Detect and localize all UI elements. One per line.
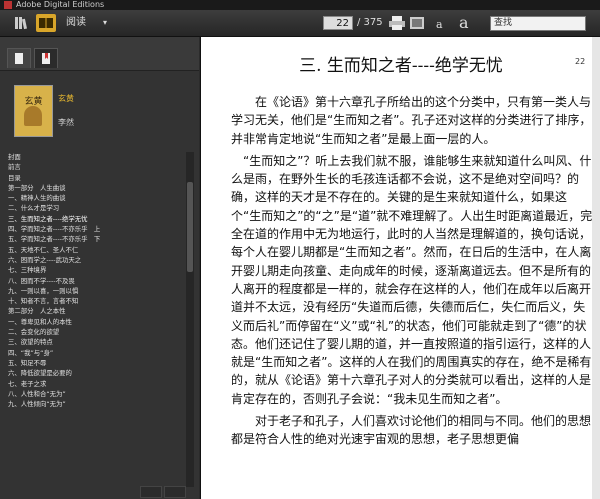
toc-item[interactable]: 第一部分 人生曲谈 — [8, 183, 186, 193]
toc-item[interactable]: 八、困而不学----不及畏 — [8, 276, 186, 286]
toc-item[interactable]: 二、什么才是学习 — [8, 203, 186, 213]
sidebar-scrollbar-thumb[interactable] — [187, 182, 193, 272]
toc-item[interactable]: 三、生而知之者----绝学无忧 — [8, 214, 186, 224]
toc-item[interactable]: 五、天地不仁、圣人不仁 — [8, 245, 186, 255]
sidebar-footer-buttons — [140, 486, 190, 498]
toc-item[interactable]: 一、尊卑见和人的本性 — [8, 317, 186, 327]
toc-item[interactable]: 七、老子之求 — [8, 379, 186, 389]
app-title: Adobe Digital Editions — [16, 0, 105, 9]
print-button[interactable] — [388, 15, 406, 31]
toc-item[interactable]: 前言 — [8, 162, 186, 172]
page-number: 22 — [575, 57, 586, 66]
paragraph: 在《论语》第十六章孔子所给出的这个分类中，只有第一类人与学习无关，他们是“生而知… — [231, 95, 592, 146]
toc-item[interactable]: 六、降低欲望是必要的 — [8, 368, 186, 378]
decrease-font-button[interactable]: a — [436, 18, 443, 31]
chevron-down-icon: ▾ — [103, 18, 108, 27]
sidebar: 玄黄 玄黄 李然 封面 前言 目录 第一部分 人生曲谈 一、精神人生的曲谈 二、什么才是学… — [0, 37, 199, 499]
increase-font-button[interactable]: a — [459, 13, 469, 32]
reading-mode-dropdown[interactable]: 阅读 ▾ — [58, 14, 112, 31]
toc-item[interactable]: 九、人性倾向“无为” — [8, 399, 186, 409]
toc-item[interactable]: 一、精神人生的曲谈 — [8, 193, 186, 203]
sidebar-option-button[interactable] — [164, 486, 186, 498]
toolbar: 阅读 ▾ 22 / 375 a a 查找 — [0, 10, 600, 37]
reading-mode-label: 阅读 — [66, 17, 86, 28]
chapter-heading: 三. 生而知之者----绝学无忧 — [299, 56, 503, 76]
title-bar: Adobe Digital Editions — [0, 0, 600, 10]
bookmark-icon — [42, 53, 50, 64]
toc-item[interactable]: 二、会变化的欲望 — [8, 327, 186, 337]
toc-item[interactable]: 五、知足不辱 — [8, 358, 186, 368]
page-scrollbar[interactable] — [592, 37, 600, 499]
printer-icon — [389, 16, 405, 30]
toc-item[interactable]: 四、学而知之者----不亦乐乎 上 — [8, 224, 186, 234]
book-title: 玄黄 — [58, 94, 74, 103]
fit-page-button[interactable] — [409, 15, 425, 31]
table-of-contents: 封面 前言 目录 第一部分 人生曲谈 一、精神人生的曲谈 二、什么才是学习 三、生而知之者-… — [8, 152, 186, 409]
app-logo-icon — [4, 1, 12, 9]
chapter-body: 在《论语》第十六章孔子所给出的这个分类中，只有第一类人与学习无关，他们是“生而知… — [231, 93, 593, 453]
page-number-input[interactable]: 22 — [323, 16, 353, 30]
reading-page: 三. 生而知之者----绝学无忧 22 在《论语》第十六章孔子所给出的这个分类中… — [200, 37, 600, 499]
toc-item[interactable]: 八、人性和合“无为” — [8, 389, 186, 399]
document-icon — [15, 53, 23, 64]
page-total: / 375 — [357, 17, 383, 28]
cover-figure-icon — [24, 106, 42, 126]
toc-item[interactable]: 九、一则以喜，一则以惧 — [8, 286, 186, 296]
toc-item[interactable]: 目录 — [8, 173, 186, 183]
paragraph: 对于老子和孔子，人们喜欢讨论他们的相同与不同。他们的思想都是符合人性的绝对光速宇… — [231, 414, 592, 447]
fit-page-icon — [410, 17, 424, 29]
book-cover-thumbnail[interactable]: 玄黄 — [14, 85, 53, 137]
toc-item[interactable]: 十、知者不言，言者不知 — [8, 296, 186, 306]
toc-item[interactable]: 五、学而知之者----不亦乐乎 下 — [8, 234, 186, 244]
toc-item[interactable]: 第二部分 人之本性 — [8, 306, 186, 316]
toc-item[interactable]: 三、欲望的特点 — [8, 337, 186, 347]
toc-item[interactable]: 四、“我”与“身” — [8, 348, 186, 358]
tab-bookmarks[interactable] — [34, 48, 58, 68]
open-book-icon — [39, 18, 53, 28]
tab-contents[interactable] — [7, 48, 31, 68]
sidebar-tabs — [0, 37, 199, 71]
toc-item[interactable]: 七、三种境界 — [8, 265, 186, 275]
sidebar-option-button[interactable] — [140, 486, 162, 498]
reading-view-button[interactable] — [36, 14, 56, 32]
library-view-button[interactable] — [11, 14, 31, 32]
sidebar-scrollbar[interactable] — [186, 152, 194, 487]
book-author: 李然 — [58, 118, 74, 127]
toc-item[interactable]: 六、困而学之----武功天之 — [8, 255, 186, 265]
paragraph: “生而知之”？听上去我们就不服，谁能够生来就知道什么叫风、什么是雨，在野外生长的… — [231, 153, 593, 406]
toc-item[interactable]: 封面 — [8, 152, 186, 162]
bookshelf-icon — [15, 17, 27, 30]
search-input[interactable]: 查找 — [490, 16, 586, 31]
